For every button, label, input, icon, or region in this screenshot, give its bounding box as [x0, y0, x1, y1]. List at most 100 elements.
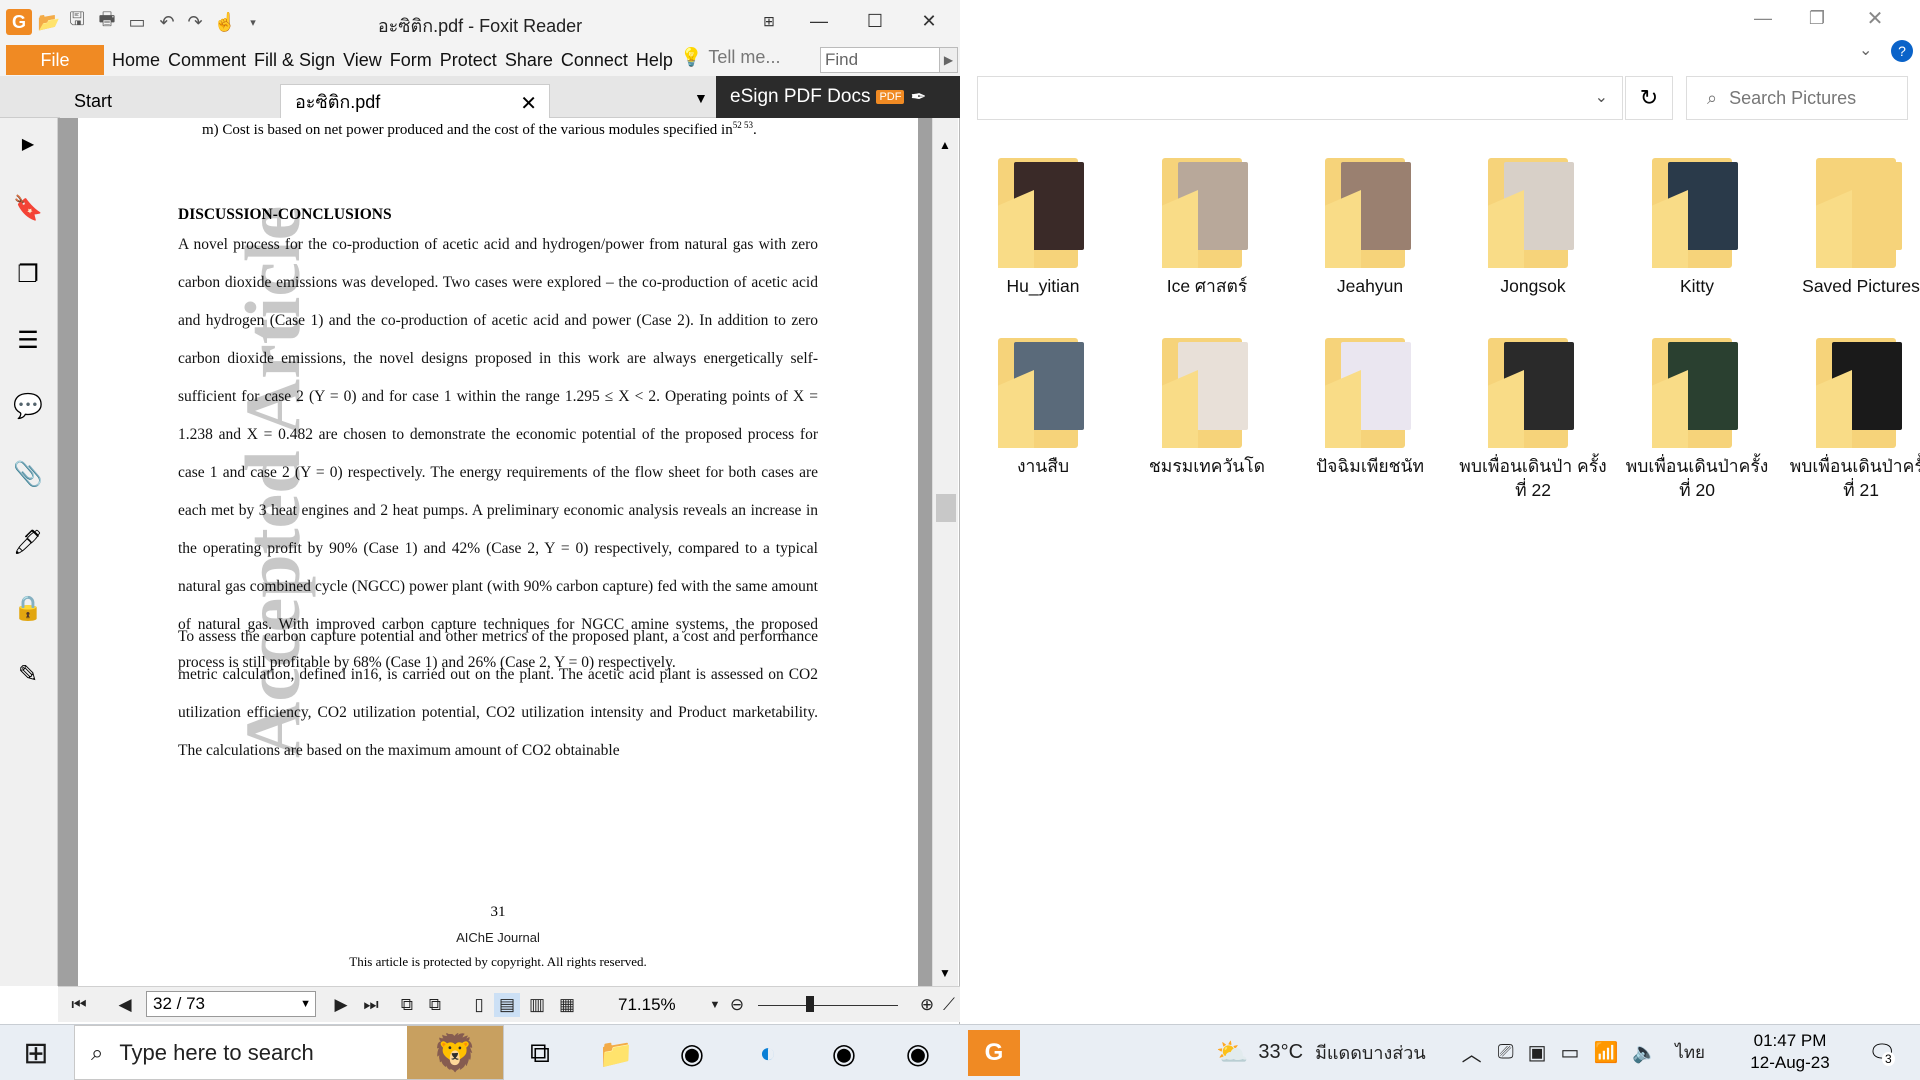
edge-icon[interactable]: ◐	[742, 1030, 794, 1076]
tab-start[interactable]: Start	[60, 84, 280, 118]
help-icon[interactable]: ?	[1891, 40, 1913, 62]
clock[interactable]: 01:47 PM 12-Aug-23	[1720, 1030, 1860, 1074]
folder-item[interactable]: Kitty	[1622, 150, 1772, 298]
find-input[interactable]: Find ▶	[820, 47, 958, 73]
fit-page-icon[interactable]: ⧉	[394, 993, 420, 1017]
expand-panel-icon[interactable]: ▶	[12, 128, 44, 160]
folder-item[interactable]: ปัจฉิมเพียชนัท	[1295, 330, 1445, 478]
menu-home[interactable]: Home	[112, 50, 160, 71]
folder-item[interactable]: Hu_yitian	[968, 150, 1118, 298]
facing-page-icon[interactable]: ▥	[524, 993, 550, 1017]
menu-help[interactable]: Help	[636, 50, 673, 71]
maximize-button[interactable]: ☐	[852, 6, 898, 36]
folder-item[interactable]: Saved Pictures	[1786, 150, 1920, 298]
folder-item[interactable]: งานสืบ	[968, 330, 1118, 478]
menu-fill-sign[interactable]: Fill & Sign	[254, 50, 335, 71]
close-button[interactable]: ✕	[906, 6, 952, 36]
next-page-icon[interactable]: ▶	[328, 993, 354, 1017]
previous-page-icon[interactable]: ◀	[112, 993, 138, 1017]
notification-icon[interactable]: 🗨 3	[1868, 1040, 1896, 1066]
tools-icon[interactable]: ✎	[12, 658, 44, 690]
first-page-icon[interactable]: ⏮	[66, 993, 92, 1017]
zoom-slider-thumb[interactable]	[806, 996, 814, 1012]
battery-icon[interactable]: ▭	[1561, 1040, 1580, 1065]
scroll-thumb[interactable]	[936, 494, 956, 522]
menu-connect[interactable]: Connect	[561, 50, 628, 71]
menu-form[interactable]: Form	[390, 50, 432, 71]
folder-item[interactable]: Jeahyun	[1295, 150, 1445, 298]
zoom-level[interactable]: 71.15%	[618, 995, 676, 1015]
show-hidden-icons-icon[interactable]: ︿	[1462, 1038, 1482, 1067]
screen-icon[interactable]: ▭	[124, 9, 150, 35]
bookmark-icon[interactable]: 🔖	[12, 192, 44, 224]
task-view-icon[interactable]: ⧉	[514, 1030, 566, 1076]
comments-icon[interactable]: 💬	[12, 390, 44, 422]
menu-protect[interactable]: Protect	[440, 50, 497, 71]
chrome-icon[interactable]: ◉	[666, 1030, 718, 1076]
pages-icon[interactable]: ❐	[12, 258, 44, 290]
page-number-input[interactable]: 32 / 73 ▼	[146, 991, 316, 1017]
continuous-page-icon[interactable]: ▤	[494, 993, 520, 1017]
close-tab-icon[interactable]: ✕	[520, 91, 537, 116]
folder-item[interactable]: พบเพื่อนเดินป่าครั้งที่ 20	[1622, 330, 1772, 502]
save-icon[interactable]: 🖫	[64, 9, 90, 35]
menu-share[interactable]: Share	[505, 50, 553, 71]
find-next-icon[interactable]: ▶	[939, 48, 957, 72]
refresh-icon[interactable]: ↻	[1625, 76, 1673, 120]
tell-me-box[interactable]: 💡 Tell me...	[680, 47, 780, 68]
customize-dropdown-icon[interactable]: ▾	[240, 9, 266, 35]
expand-ribbon-icon[interactable]: ⌄	[1859, 40, 1872, 60]
foxit-logo-icon[interactable]: G	[6, 9, 32, 35]
address-dropdown-icon[interactable]: ⌄	[1595, 87, 1608, 107]
scroll-up-icon[interactable]: ▲	[939, 138, 951, 152]
last-page-icon[interactable]: ⏭	[358, 993, 384, 1017]
file-explorer-icon[interactable]: 📁	[590, 1030, 642, 1076]
file-menu-button[interactable]: File	[6, 45, 104, 75]
display-icon[interactable]: ▣	[1528, 1040, 1547, 1065]
continuous-facing-icon[interactable]: ▦	[554, 993, 580, 1017]
tab-list-dropdown-icon[interactable]: ▼	[694, 90, 708, 106]
weather-icon[interactable]: ⛅	[1216, 1037, 1248, 1068]
open-folder-icon[interactable]: 📂	[36, 9, 62, 35]
esign-banner[interactable]: eSign PDF Docs PDF ✒	[716, 76, 960, 118]
volume-icon[interactable]: 🔈	[1632, 1040, 1657, 1065]
lock-icon[interactable]: 🔒	[12, 592, 44, 624]
fit-width-icon[interactable]: ⧉	[422, 993, 448, 1017]
resize-grip-icon[interactable]: ⟋	[936, 993, 962, 1017]
hand-tool-icon[interactable]: ☝	[212, 9, 238, 35]
windows-start-icon[interactable]: ⊞	[12, 1036, 60, 1070]
single-page-icon[interactable]: ▯	[466, 993, 492, 1017]
print-icon[interactable]: 🖶	[94, 9, 120, 35]
undo-icon[interactable]: ↶	[154, 9, 180, 35]
close-button[interactable]: ✕	[1855, 4, 1895, 32]
minimize-button[interactable]: —	[796, 6, 842, 36]
foxit-taskbar-icon[interactable]: G	[968, 1030, 1020, 1076]
layers-icon[interactable]: ☰	[12, 324, 44, 356]
zoom-out-icon[interactable]: ⊖	[724, 993, 750, 1017]
weather-temp[interactable]: 33°C	[1258, 1041, 1303, 1064]
menu-view[interactable]: View	[343, 50, 382, 71]
wifi-icon[interactable]: 📶	[1593, 1040, 1618, 1065]
chrome-profile-icon[interactable]: ◉	[818, 1030, 870, 1076]
folder-item[interactable]: พบเพื่อนเดินป่าครั้งที่ 21	[1786, 330, 1920, 502]
signature-icon[interactable]: 🖊	[12, 526, 44, 558]
ribbon-layout-icon[interactable]: ⊞	[746, 6, 792, 36]
language-indicator[interactable]: ไทย	[1675, 1039, 1705, 1066]
folder-item[interactable]: พบเพื่อนเดินป่า ครั้งที่ 22	[1458, 330, 1608, 502]
weather-text[interactable]: มีแดดบางส่วน	[1315, 1038, 1426, 1067]
minimize-button[interactable]: —	[1743, 4, 1783, 32]
taskbar-search-input[interactable]: ⌕ Type here to search 🦁	[74, 1025, 504, 1080]
chrome-profile-2-icon[interactable]: ◉	[892, 1030, 944, 1076]
folder-item[interactable]: Ice ศาสตร์	[1132, 150, 1282, 298]
tab-document[interactable]: อะซิติก.pdf ✕	[280, 84, 550, 118]
search-input[interactable]: ⌕ Search Pictures	[1686, 76, 1908, 120]
address-bar[interactable]: ⌄	[977, 76, 1623, 120]
scroll-down-icon[interactable]: ▼	[939, 966, 951, 980]
folder-item[interactable]: Jongsok	[1458, 150, 1608, 298]
menu-comment[interactable]: Comment	[168, 50, 246, 71]
restore-button[interactable]: ❐	[1797, 4, 1837, 32]
zoom-slider[interactable]	[758, 1005, 898, 1006]
meet-icon[interactable]: ⎚	[1498, 1041, 1514, 1064]
vertical-scrollbar[interactable]: ▲ ▼	[932, 118, 958, 986]
page-dropdown-icon[interactable]: ▼	[300, 998, 311, 1010]
